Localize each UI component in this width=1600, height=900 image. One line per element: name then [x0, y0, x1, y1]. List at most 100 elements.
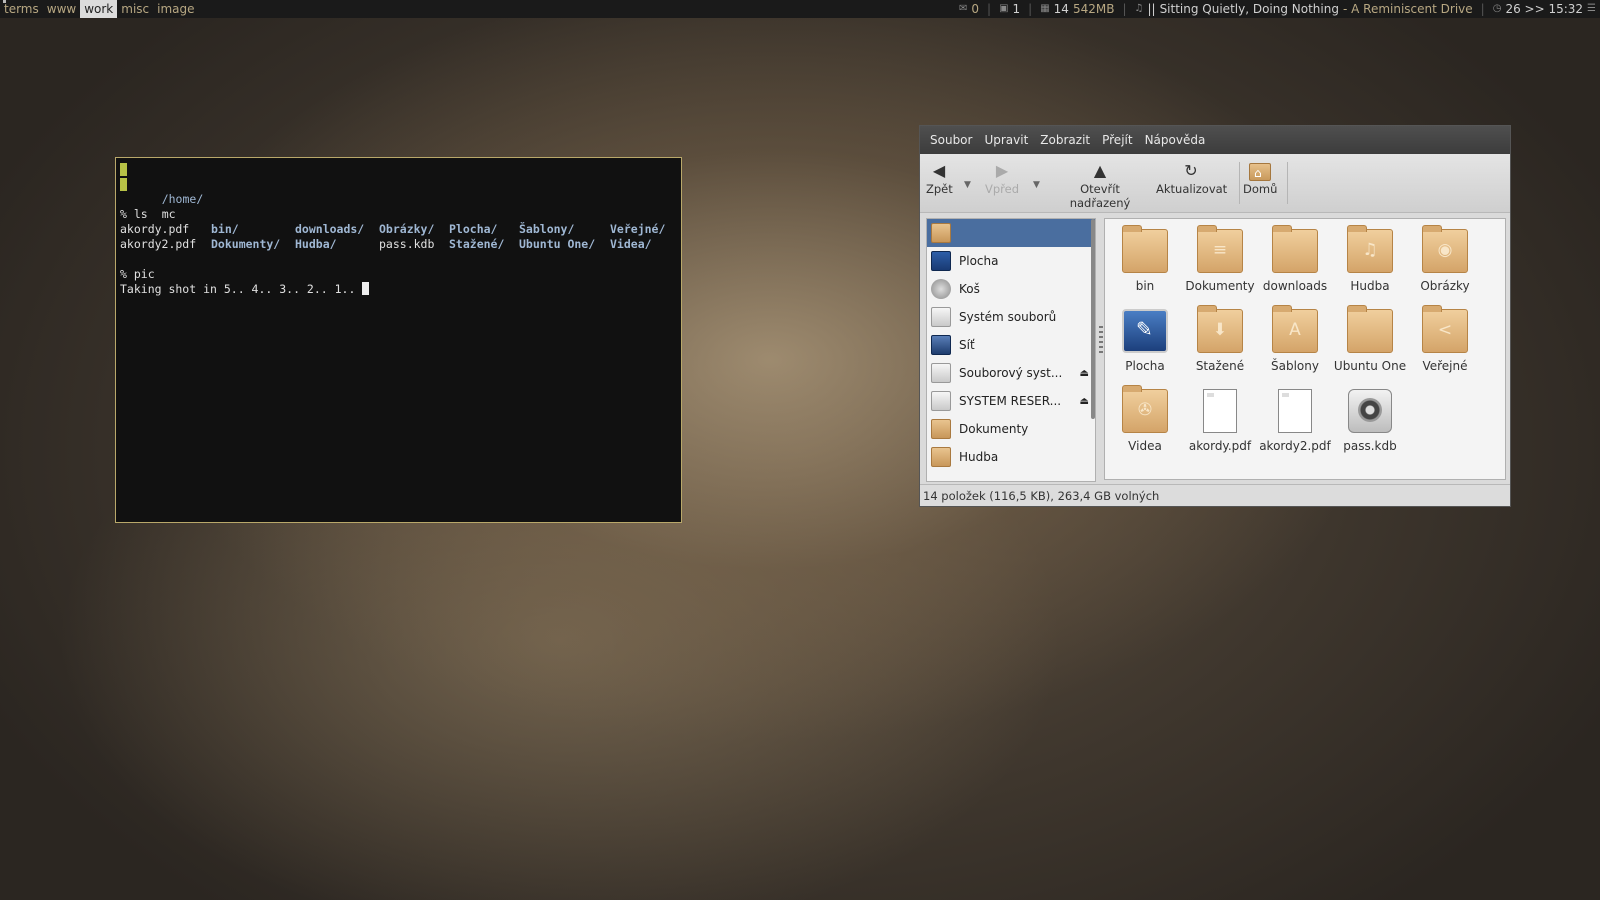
music-state[interactable]: ||	[1147, 0, 1155, 18]
folder-icon	[931, 419, 951, 439]
ls-entry: Dokumenty/	[211, 237, 281, 251]
sidebar-item-label: Síť	[959, 338, 975, 352]
file-item-downloads[interactable]: downloads	[1257, 219, 1333, 293]
forward-history-dropdown-icon[interactable]: ▼	[1033, 180, 1040, 190]
prompt-cmd-line: mc	[120, 177, 677, 221]
eject-icon[interactable]: ⏏	[1080, 396, 1089, 407]
eject-icon[interactable]: ⏏	[1080, 368, 1089, 379]
sidebar-item-hudba[interactable]: Hudba	[927, 443, 1095, 471]
sidebar-scrollbar[interactable]	[1091, 219, 1095, 419]
file-item-videa[interactable]: ✇ Videa	[1107, 379, 1183, 453]
cpu-icon: ▣	[999, 3, 1009, 14]
file-name: Videa	[1128, 439, 1162, 453]
refresh-button[interactable]: ↻ Aktualizovat	[1156, 160, 1227, 196]
back-button[interactable]: ◀ Zpět	[926, 160, 953, 196]
document-icon	[1203, 389, 1237, 433]
menu-view[interactable]: Zobrazit	[1034, 133, 1096, 147]
ls-entry: pass.kdb	[379, 237, 435, 251]
pane-resize-handle[interactable]	[1099, 326, 1103, 356]
music-note-icon: ♫	[1134, 3, 1144, 14]
sidebar-item-plocha[interactable]: Plocha	[927, 247, 1095, 275]
home-folder-icon	[1243, 160, 1277, 184]
desktop-icon	[1122, 309, 1168, 353]
workspace-www[interactable]: www	[43, 0, 80, 18]
pictures-folder-icon: ◉	[1422, 225, 1468, 273]
back-history-dropdown-icon[interactable]: ▼	[964, 180, 971, 190]
workspace-misc[interactable]: misc	[117, 0, 153, 18]
parent-folder-button[interactable]: ▲ Otevřít nadřazený	[1051, 160, 1149, 210]
menu-help[interactable]: Nápověda	[1139, 133, 1212, 147]
ls-entry: Videa/	[610, 237, 652, 251]
ls-entry: Ubuntu One/	[519, 237, 596, 251]
file-item-akordy-pdf[interactable]: akordy.pdf	[1182, 379, 1258, 453]
song-title: Sitting Quietly, Doing Nothing	[1159, 2, 1339, 16]
sidebar-item-system-reserved[interactable]: SYSTEM RESER... ⏏	[927, 387, 1095, 415]
ls-entry: Veřejné/	[610, 222, 666, 236]
file-item-akordy2-pdf[interactable]: akordy2.pdf	[1257, 379, 1333, 453]
file-item-obrazky[interactable]: ◉ Obrázky	[1407, 219, 1483, 293]
sidebar-item-kos[interactable]: Koš	[927, 275, 1095, 303]
refresh-icon: ↻	[1184, 161, 1198, 180]
music-folder-icon: ♫	[1347, 225, 1393, 273]
menu-go[interactable]: Přejít	[1096, 133, 1138, 147]
file-item-dokumenty[interactable]: ≡ Dokumenty	[1182, 219, 1258, 293]
top-panel: terms www work misc image ✉ 0 | ▣ 1 | ▦ …	[0, 0, 1600, 18]
sidebar-item-label: Hudba	[959, 450, 999, 464]
sidebar-item-label: Systém souborů	[959, 310, 1057, 324]
keepass-safe-icon	[1348, 389, 1392, 433]
ls-entry: Hudba/	[295, 237, 337, 251]
separator: |	[1028, 2, 1033, 16]
sidebar-item-filesystem[interactable]: Systém souborů	[927, 303, 1095, 331]
home-button[interactable]: Domů	[1243, 160, 1277, 196]
file-name: Stažené	[1195, 359, 1245, 373]
places-sidebar: Plocha Koš Systém souborů Síť Souborový …	[926, 218, 1096, 482]
prompt-marker	[120, 163, 127, 176]
file-name: Šablony	[1271, 359, 1319, 373]
sidebar-item-label: Plocha	[959, 254, 999, 268]
mail-icon: ✉	[959, 3, 968, 14]
drive-icon	[931, 363, 951, 383]
desktop-icon	[931, 251, 951, 271]
ls-output-row: akordy2.pdf Dokumenty/Hudba/pass.kdb Staže…	[120, 237, 677, 252]
file-name: downloads	[1262, 279, 1328, 293]
sidebar-item-volume[interactable]: Souborový syst... ⏏	[927, 359, 1095, 387]
file-item-sablony[interactable]: A Šablony	[1257, 299, 1333, 373]
file-item-plocha[interactable]: Plocha	[1107, 299, 1183, 373]
ls-entry: Obrázky/	[379, 222, 435, 236]
menu-edit[interactable]: Upravit	[978, 133, 1034, 147]
forward-label: Vpřed	[984, 182, 1020, 196]
sidebar-item-dokumenty[interactable]: Dokumenty	[927, 415, 1095, 443]
ls-entry: Plocha/	[449, 222, 498, 236]
layout-icon[interactable]: ☰	[1587, 0, 1596, 18]
cpu-count: 1	[1012, 2, 1021, 16]
arrow-right-icon: ▶	[995, 161, 1009, 180]
folder-icon	[1122, 225, 1168, 273]
sidebar-item-network[interactable]: Síť	[927, 331, 1095, 359]
file-item-pass-kdb[interactable]: pass.kdb	[1332, 379, 1408, 453]
file-item-ubuntu-one[interactable]: Ubuntu One	[1332, 299, 1408, 373]
sidebar-item-label: Souborový syst...	[959, 366, 1063, 380]
file-name: Plocha	[1125, 359, 1165, 373]
ls-entry: downloads/	[295, 222, 365, 236]
toolbar: ◀ Zpět ▼ ▶ Vpřed ▼ ▲ Otevřít nadřazený ↻…	[920, 154, 1510, 213]
file-item-bin[interactable]: bin	[1107, 219, 1183, 293]
file-item-verejne[interactable]: < Veřejné	[1407, 299, 1483, 373]
terminal-window[interactable]: /home/ mc % ls akordy.pdf bin/downloads/O…	[115, 157, 682, 523]
workspace-image[interactable]: image	[153, 0, 198, 18]
file-item-hudba[interactable]: ♫ Hudba	[1332, 219, 1408, 293]
mem-procs: 14	[1053, 2, 1069, 16]
file-item-stazene[interactable]: ⬇ Stažené	[1182, 299, 1258, 373]
menu-file[interactable]: Soubor	[924, 133, 978, 147]
document-icon	[1278, 389, 1312, 433]
memory-icon: ▦	[1040, 3, 1050, 14]
ls-entry: akordy.pdf	[120, 222, 190, 236]
workspace-work[interactable]: work	[80, 0, 118, 18]
separator: |	[1122, 2, 1127, 16]
forward-button[interactable]: ▶ Vpřed	[984, 160, 1020, 196]
terminal-cursor[interactable]	[362, 282, 370, 295]
network-icon	[931, 335, 951, 355]
sidebar-item-home[interactable]	[927, 219, 1095, 247]
arrow-up-icon: ▲	[1093, 161, 1107, 180]
workspace-terms[interactable]: terms	[0, 0, 43, 18]
